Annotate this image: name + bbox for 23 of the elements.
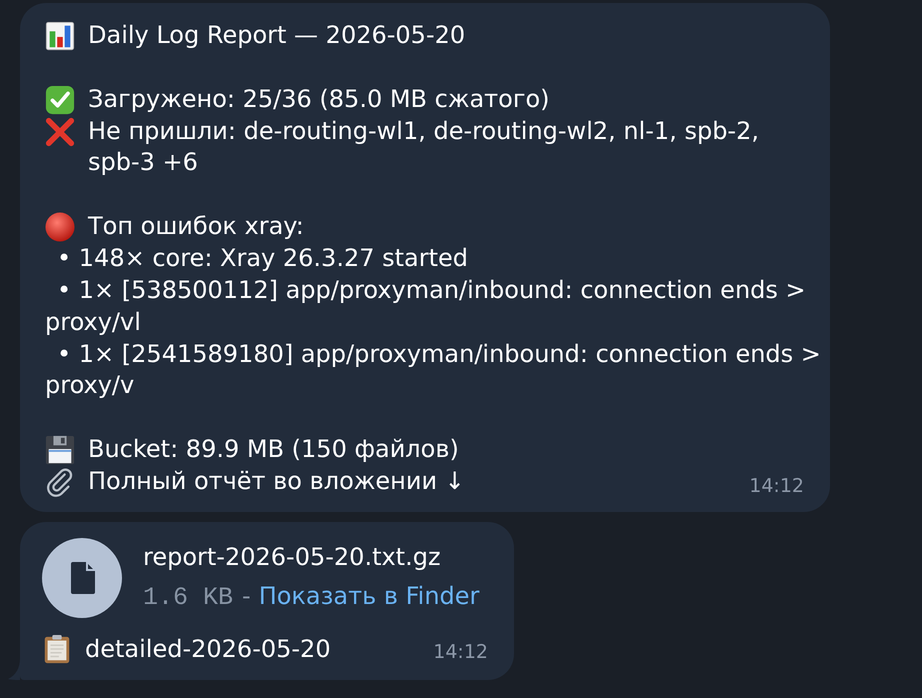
clipboard-icon — [42, 634, 72, 664]
error-item: • 148× core: Xray 26.3.27 started — [57, 244, 468, 272]
file-name: report-2026-05-20.txt.gz — [143, 542, 441, 573]
separator: - — [242, 580, 251, 612]
errors-heading: Топ ошибок xray: — [88, 211, 304, 242]
dot-icon — [45, 212, 75, 242]
show-in-finder-link[interactable]: Показать в Finder — [258, 580, 480, 612]
error-item: • 1× [2541589180] app/proxyman/inbound: connection ends > proxy/v — [45, 340, 821, 400]
check-mark-icon — [45, 84, 75, 115]
cross-icon — [45, 116, 75, 147]
bucket-size-text: Bucket: 89.9 MB (150 файлов) — [88, 434, 459, 466]
paperclip-icon — [45, 467, 75, 498]
attachment-note: Полный отчёт во вложении ↓ — [88, 466, 465, 498]
error-item: • 1× [538500112] app/proxyman/inbound: connection ends > proxy/vl — [45, 276, 806, 336]
file-size: 1.6 KB — [143, 582, 234, 614]
report-title: Daily Log Report — 2026-05-20 — [88, 20, 466, 51]
missing-hosts-text: Не пришли: de-routing-wl1, de-routing-wl2, nl-1, spb-2, spb-3 +6 — [88, 116, 760, 178]
upload-status-text: Загружено: 25/36 (85.0 MB сжатого) — [88, 84, 550, 115]
timestamp: 14:12 — [749, 474, 804, 498]
file-icon[interactable] — [42, 538, 122, 618]
caption-text: detailed-2026-05-20 — [85, 634, 331, 665]
timestamp: 14:12 — [433, 640, 488, 664]
bar-chart-icon — [45, 21, 75, 51]
